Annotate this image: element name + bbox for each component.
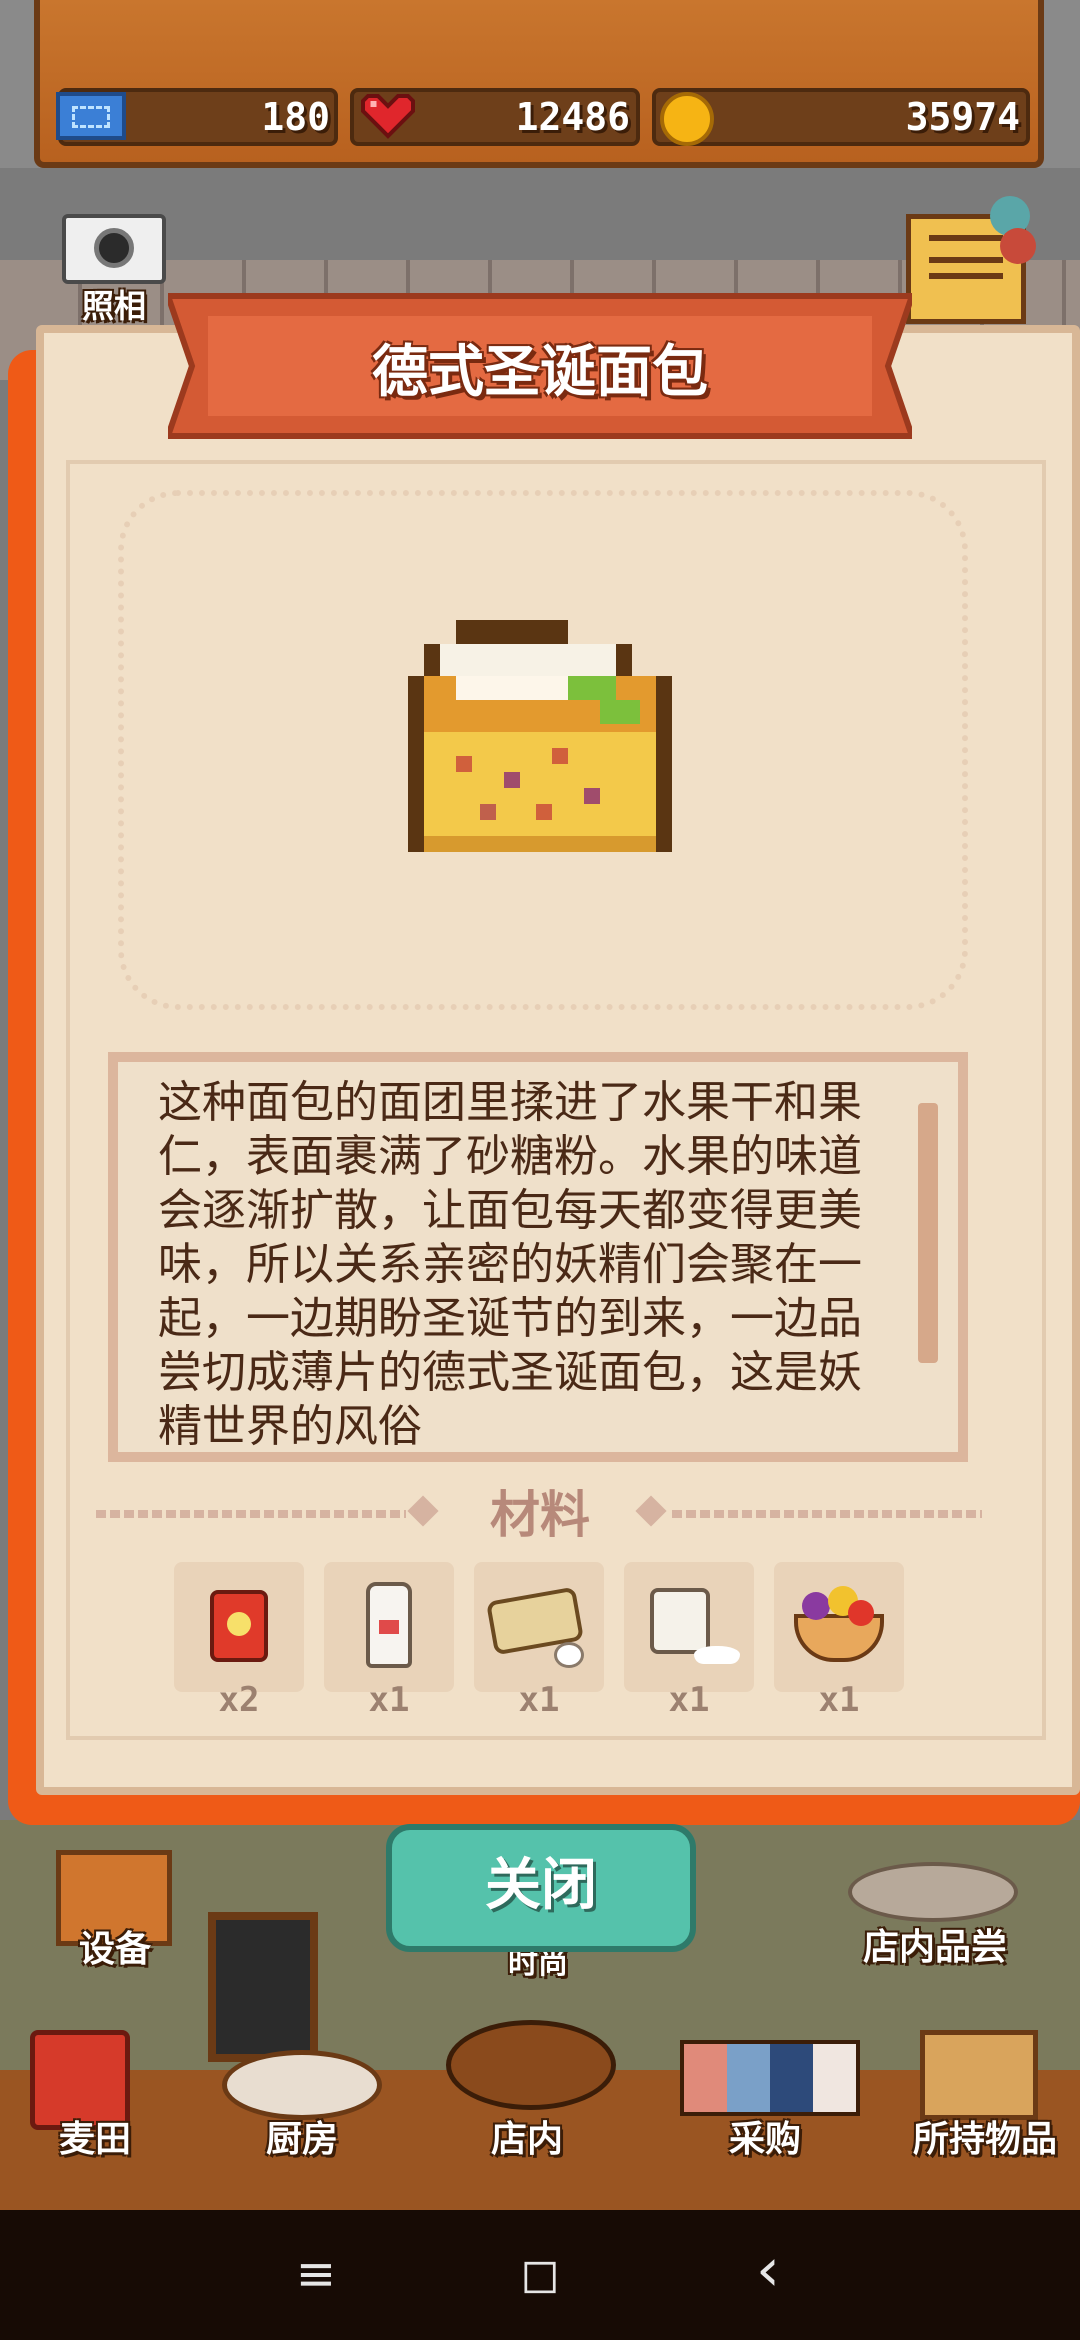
purchase-icon[interactable] [680,2040,860,2116]
divider-right [672,1510,982,1518]
material-qty: x2 [218,1680,260,1720]
grape-icon [802,1592,830,1620]
camera-button[interactable] [62,214,166,284]
material-slot[interactable] [774,1562,904,1692]
milk-bottle-icon [366,1582,412,1668]
material-slot[interactable] [324,1562,454,1692]
material-slot[interactable] [474,1562,604,1692]
nav-wheat-field[interactable]: 麦田 [20,2116,170,2164]
close-button[interactable]: 关闭 [386,1824,696,1952]
camera-label: 照相 [81,287,146,325]
equipment-label: 设备 [78,1929,151,1970]
camera-icon [94,228,134,268]
heart-count: 12486 [515,95,630,139]
material-slot[interactable] [174,1562,304,1692]
back-icon[interactable]: ‹ [738,2240,798,2300]
material-slot[interactable] [624,1562,754,1692]
materials-label: 材料 [490,1486,590,1544]
menu-icon[interactable]: ≡ [286,2244,346,2304]
nav-kitchen[interactable]: 厨房 [222,2116,382,2164]
material-qty: x1 [518,1680,560,1720]
sugar-pile [694,1646,740,1664]
nav-purchase[interactable]: 采购 [690,2116,840,2164]
christmas-bread-icon [408,620,672,852]
wheat-field-icon[interactable] [30,2030,130,2130]
sugar-jar-icon [650,1588,710,1654]
recipe-description: 这种面包的面团里揉进了水果干和果仁，表面裹满了砂糖粉。水果的味道会逐渐扩散，让面… [158,1077,862,1452]
apple-icon [848,1600,874,1626]
ticket-count: 180 [261,95,330,139]
nav-inventory[interactable]: 所持物品 [900,2116,1070,2164]
divider-left [96,1510,406,1518]
description-box[interactable]: 这种面包的面团里揉进了水果干和果仁，表面裹满了砂糖粉。水果的味道会逐渐扩散，让面… [108,1052,968,1462]
home-icon[interactable]: ◻ [510,2244,570,2304]
egg-icon [554,1642,584,1668]
tasting-label: 店内品尝 [862,1927,1007,1968]
ticket-icon [56,92,126,140]
recipe-title: 德式圣诞面包 [372,340,708,405]
material-qty: x1 [368,1680,410,1720]
kitchen-icon[interactable] [222,2050,382,2120]
heart-icon [358,86,418,146]
chalkboard-icon [208,1912,318,2062]
inventory-box-icon[interactable] [920,2030,1038,2120]
coin-icon [660,92,714,146]
balloon-icon [1000,228,1036,264]
flour-bag-icon [210,1590,268,1662]
material-qty: x1 [818,1680,860,1720]
nav-store[interactable]: 店内 [452,2116,602,2164]
material-qty: x1 [668,1680,710,1720]
store-icon[interactable] [446,2020,616,2110]
description-scrollbar[interactable] [918,1103,938,1363]
coin-count: 35974 [905,95,1020,139]
tasting-plate-icon[interactable] [848,1862,1018,1922]
